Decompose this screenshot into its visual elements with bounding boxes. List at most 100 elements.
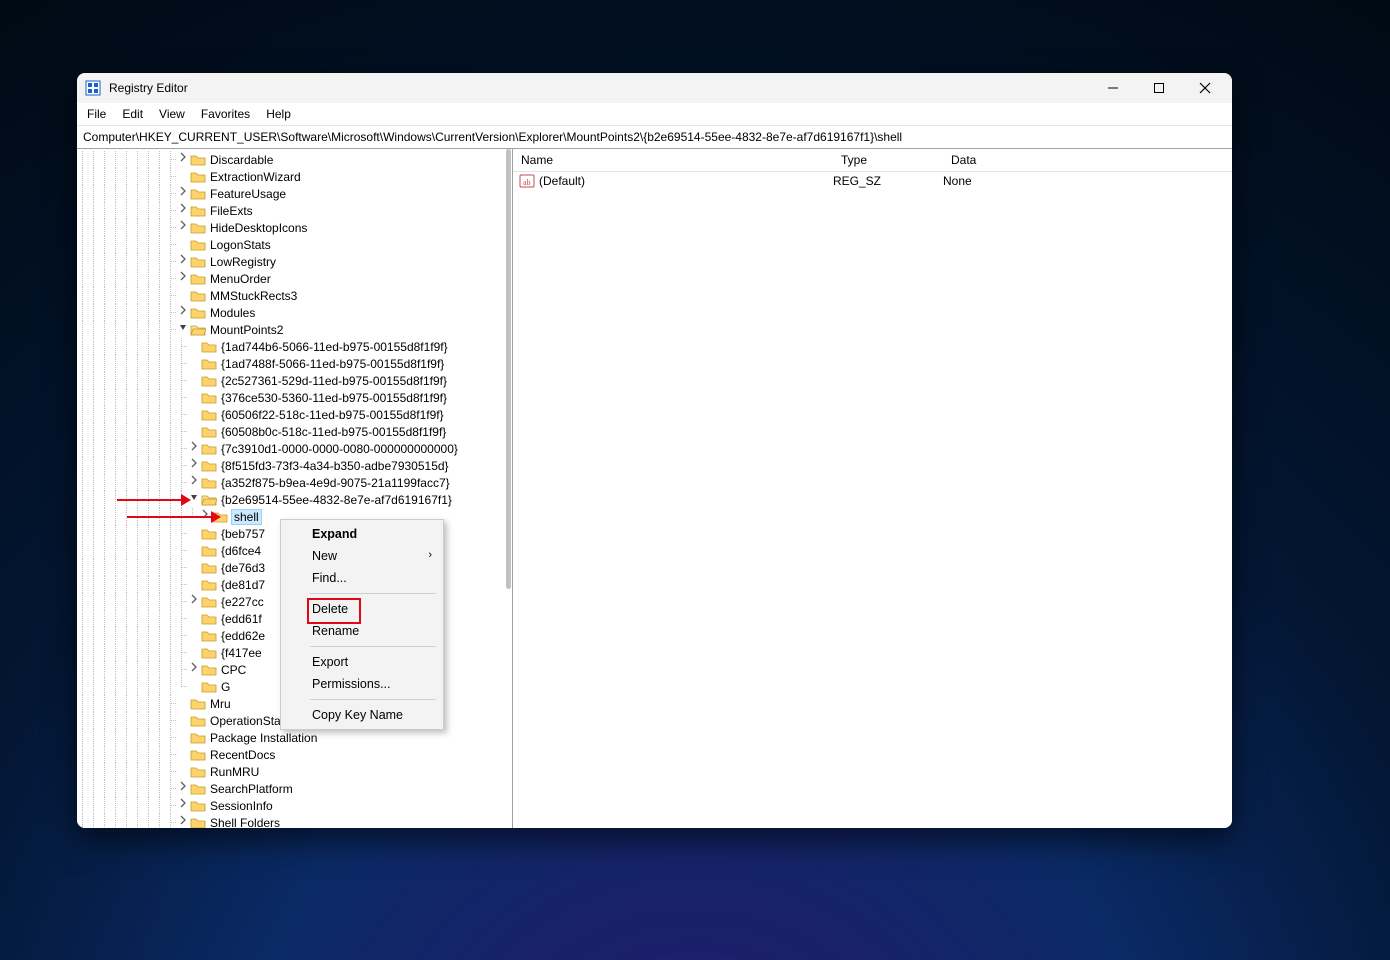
expand-icon[interactable]: [176, 304, 190, 321]
tree-item[interactable]: LogonStats: [77, 236, 505, 253]
svg-text:ab: ab: [523, 178, 531, 187]
tree-item[interactable]: {1ad7488f-5066-11ed-b975-00155d8f1f9f}: [77, 355, 505, 372]
tree-item[interactable]: {1ad744b6-5066-11ed-b975-00155d8f1f9f}: [77, 338, 505, 355]
body-split: DiscardableExtractionWizardFeatureUsageF…: [77, 149, 1232, 828]
tree-item-label: {7c3910d1-0000-0000-0080-000000000000}: [221, 442, 464, 456]
context-menu-item[interactable]: Permissions...: [282, 673, 442, 695]
header-name[interactable]: Name: [513, 153, 841, 167]
tree-item[interactable]: MMStuckRects3: [77, 287, 505, 304]
tree-item-label: Shell Folders: [210, 816, 286, 829]
maximize-button[interactable]: [1136, 73, 1182, 103]
tree-item[interactable]: {2c527361-529d-11ed-b975-00155d8f1f9f}: [77, 372, 505, 389]
tree-item[interactable]: Modules: [77, 304, 505, 321]
folder-icon: [201, 425, 217, 439]
close-button[interactable]: [1182, 73, 1228, 103]
expand-icon[interactable]: [176, 219, 190, 236]
folder-icon: [190, 204, 206, 218]
app-icon: [85, 80, 101, 96]
expand-icon[interactable]: [176, 151, 190, 168]
folder-icon: [190, 170, 206, 184]
tree-item[interactable]: {60508b0c-518c-11ed-b975-00155d8f1f9f}: [77, 423, 505, 440]
tree-item-label: MenuOrder: [210, 272, 277, 286]
context-menu-item[interactable]: Export: [282, 651, 442, 673]
tree-item-label: {60508b0c-518c-11ed-b975-00155d8f1f9f}: [221, 425, 452, 439]
folder-icon: [190, 782, 206, 796]
expand-icon[interactable]: [176, 253, 190, 270]
value-data: None: [943, 174, 1232, 188]
tree-item[interactable]: Discardable: [77, 151, 505, 168]
menu-favorites[interactable]: Favorites: [193, 105, 258, 123]
expand-icon[interactable]: [176, 202, 190, 219]
header-data[interactable]: Data: [951, 153, 1232, 167]
menu-edit[interactable]: Edit: [114, 105, 151, 123]
context-menu-item[interactable]: Find...: [282, 567, 442, 589]
expand-icon[interactable]: [176, 270, 190, 287]
tree-item-label: G: [221, 680, 236, 694]
expand-icon[interactable]: [187, 457, 201, 474]
annotation-arrow: [117, 499, 187, 501]
tree-scrollbar-thumb[interactable]: [506, 149, 511, 589]
context-menu-item[interactable]: Delete: [282, 598, 442, 620]
address-bar[interactable]: Computer\HKEY_CURRENT_USER\Software\Micr…: [77, 126, 1232, 149]
tree-item-label: RunMRU: [210, 765, 265, 779]
menu-view[interactable]: View: [151, 105, 193, 123]
tree-item[interactable]: {60506f22-518c-11ed-b975-00155d8f1f9f}: [77, 406, 505, 423]
minimize-button[interactable]: [1090, 73, 1136, 103]
tree-item[interactable]: ExtractionWizard: [77, 168, 505, 185]
tree-item[interactable]: RunMRU: [77, 763, 505, 780]
expand-icon[interactable]: [187, 474, 201, 491]
expand-icon[interactable]: [187, 593, 201, 610]
tree-item-label: LowRegistry: [210, 255, 282, 269]
tree-item-label: {d6fce4: [221, 544, 267, 558]
expand-icon[interactable]: [176, 185, 190, 202]
tree-item-label: shell: [231, 509, 262, 525]
tree-item-label: HideDesktopIcons: [210, 221, 313, 235]
expand-icon[interactable]: [176, 797, 190, 814]
tree-item[interactable]: RecentDocs: [77, 746, 505, 763]
collapse-icon[interactable]: [176, 321, 190, 338]
tree-item-label: {a352f875-b9ea-4e9d-9075-21a1199facc7}: [221, 476, 456, 490]
tree-item[interactable]: SessionInfo: [77, 797, 505, 814]
tree-item[interactable]: SearchPlatform: [77, 780, 505, 797]
tree-item[interactable]: LowRegistry: [77, 253, 505, 270]
folder-icon: [190, 697, 206, 711]
expand-icon[interactable]: [176, 814, 190, 828]
expand-icon[interactable]: [187, 440, 201, 457]
context-menu-separator: [310, 593, 436, 594]
values-list[interactable]: ab(Default)REG_SZNone: [513, 172, 1232, 190]
tree-item[interactable]: Shell Folders: [77, 814, 505, 828]
context-menu-item[interactable]: Copy Key Name: [282, 704, 442, 726]
expand-icon[interactable]: [176, 780, 190, 797]
menu-file[interactable]: File: [79, 105, 114, 123]
expand-icon[interactable]: [187, 661, 201, 678]
folder-icon: [201, 476, 217, 490]
submenu-arrow-icon: ›: [428, 549, 432, 561]
context-menu-item[interactable]: Expand: [282, 523, 442, 545]
tree-item[interactable]: {8f515fd3-73f3-4a34-b350-adbe7930515d}: [77, 457, 505, 474]
tree-item[interactable]: MenuOrder: [77, 270, 505, 287]
tree-item[interactable]: {a352f875-b9ea-4e9d-9075-21a1199facc7}: [77, 474, 505, 491]
folder-icon: [190, 221, 206, 235]
folder-icon: [190, 306, 206, 320]
tree-item[interactable]: Package Installation: [77, 729, 505, 746]
tree-item-label: MountPoints2: [210, 323, 289, 337]
context-menu-item[interactable]: Rename: [282, 620, 442, 642]
tree-item[interactable]: MountPoints2: [77, 321, 505, 338]
window-title: Registry Editor: [109, 81, 188, 95]
folder-icon: [201, 340, 217, 354]
tree-item[interactable]: FeatureUsage: [77, 185, 505, 202]
tree-scrollbar[interactable]: [505, 149, 512, 828]
tree-item[interactable]: {376ce530-5360-11ed-b975-00155d8f1f9f}: [77, 389, 505, 406]
tree-item[interactable]: FileExts: [77, 202, 505, 219]
folder-icon: [190, 765, 206, 779]
header-type[interactable]: Type: [841, 153, 951, 167]
context-menu-item[interactable]: New›: [282, 545, 442, 567]
tree-item[interactable]: {7c3910d1-0000-0000-0080-000000000000}: [77, 440, 505, 457]
folder-icon: [190, 238, 206, 252]
tree-item[interactable]: HideDesktopIcons: [77, 219, 505, 236]
folder-icon: [201, 459, 217, 473]
title-bar: Registry Editor: [77, 73, 1232, 103]
value-row[interactable]: ab(Default)REG_SZNone: [513, 172, 1232, 190]
tree-item-label: {60506f22-518c-11ed-b975-00155d8f1f9f}: [221, 408, 450, 422]
menu-help[interactable]: Help: [258, 105, 299, 123]
